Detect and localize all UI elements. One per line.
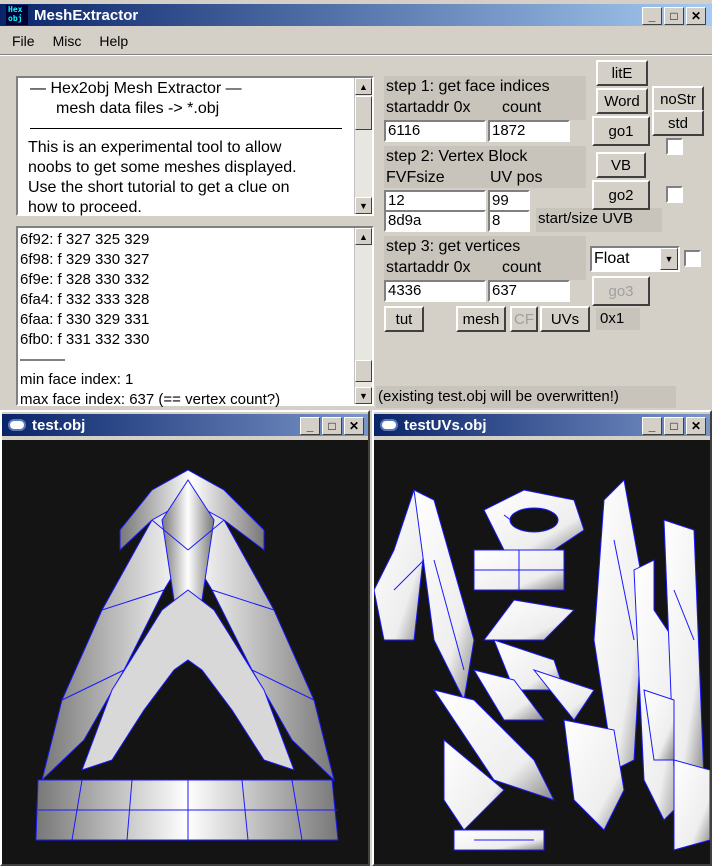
uvb-label: start/size UVB (538, 210, 634, 227)
test-obj-window: test.obj _ □ ✕ (0, 410, 370, 866)
maximize-button[interactable]: □ (664, 417, 684, 435)
main-titlebar[interactable]: Hex obj MeshExtractor _ □ ✕ (0, 4, 712, 26)
window-icon (8, 419, 26, 431)
mesh-button[interactable]: mesh (456, 306, 506, 332)
log-content: 6f92: f 327 325 329 6f98: f 329 330 327 … (20, 231, 281, 408)
step2-title: step 2: Vertex Block (386, 148, 528, 165)
warning-text: (existing test.obj will be overwritten!) (378, 388, 619, 405)
step3-addr-label: startaddr 0x (386, 259, 471, 276)
std-button[interactable]: std (652, 110, 704, 136)
hex-value: 0x1 (600, 310, 625, 327)
step3-count-input[interactable]: 637 (488, 280, 570, 302)
uvb-start-input[interactable]: 8d9a (384, 210, 486, 232)
float-checkbox[interactable] (684, 250, 701, 267)
close-button[interactable]: ✕ (344, 417, 364, 435)
scroll-up-icon[interactable]: ▲ (355, 78, 372, 95)
window-title: testUVs.obj (404, 416, 487, 434)
step3-addr-input[interactable]: 4336 (384, 280, 486, 302)
log-scrollbar[interactable]: ▲ ▼ (354, 228, 372, 404)
step1-count-label: count (502, 99, 542, 116)
minimize-button[interactable]: _ (300, 417, 320, 435)
test-uvs-window: testUVs.obj _ □ ✕ (372, 410, 712, 866)
menu-bar: File Misc Help (0, 30, 712, 52)
step2-uv-label: UV pos (490, 169, 543, 186)
tut-button[interactable]: tut (384, 306, 424, 332)
go3-button[interactable]: go3 (592, 276, 650, 306)
info-title: — Hex2obj Mesh Extractor — (30, 80, 242, 97)
nostr-button[interactable]: noStr (652, 86, 704, 112)
test-obj-titlebar[interactable]: test.obj _ □ ✕ (2, 414, 368, 436)
window-title: test.obj (32, 416, 86, 434)
step1-title: step 1: get face indices (386, 78, 550, 95)
window-icon (380, 419, 398, 431)
step1-addr-label: startaddr 0x (386, 99, 471, 116)
uvs-button[interactable]: UVs (540, 306, 590, 332)
std-checkbox[interactable] (666, 138, 683, 155)
step1-addr-input[interactable]: 6116 (384, 120, 486, 142)
scroll-down-icon[interactable]: ▼ (355, 387, 372, 404)
test-uvs-titlebar[interactable]: testUVs.obj _ □ ✕ (374, 414, 710, 436)
close-button[interactable]: ✕ (686, 7, 706, 25)
menu-file[interactable]: File (12, 33, 35, 49)
vb-button[interactable]: VB (596, 152, 646, 178)
uv-pos-input[interactable]: 99 (488, 190, 530, 212)
scroll-up-icon[interactable]: ▲ (355, 228, 372, 245)
info-description: This is an experimental tool to allow no… (28, 139, 297, 216)
word-button[interactable]: Word (596, 88, 648, 114)
minimize-button[interactable]: _ (642, 7, 662, 25)
go2-checkbox[interactable] (666, 186, 683, 203)
window-title: MeshExtractor (34, 6, 139, 24)
app-icon: Hex obj (6, 5, 28, 25)
go1-button[interactable]: go1 (592, 116, 650, 146)
scroll-thumb[interactable] (355, 96, 372, 130)
info-scrollbar[interactable]: ▲ ▼ (354, 78, 372, 214)
menu-misc[interactable]: Misc (53, 33, 82, 49)
step3-title: step 3: get vertices (386, 238, 521, 255)
log-panel: 6f92: f 327 325 329 6f98: f 329 330 327 … (16, 226, 374, 408)
step1-count-input[interactable]: 1872 (488, 120, 570, 142)
maximize-button[interactable]: □ (664, 7, 684, 25)
fvf-size-input[interactable]: 12 (384, 190, 486, 212)
chevron-down-icon[interactable]: ▼ (660, 248, 678, 270)
close-button[interactable]: ✕ (686, 417, 706, 435)
go2-button[interactable]: go2 (592, 180, 650, 210)
uv-viewport[interactable] (374, 440, 710, 864)
cf-button[interactable]: CF (510, 306, 538, 332)
step2-fvf-label: FVFsize (386, 169, 445, 186)
maximize-button[interactable]: □ (322, 417, 342, 435)
info-panel: — Hex2obj Mesh Extractor — mesh data fil… (16, 76, 374, 216)
minimize-button[interactable]: _ (642, 417, 662, 435)
mesh-viewport[interactable] (2, 440, 368, 864)
menu-help[interactable]: Help (99, 33, 128, 49)
info-subtitle: mesh data files -> *.obj (56, 100, 220, 117)
step3-count-label: count (502, 259, 542, 276)
scroll-down-icon[interactable]: ▼ (355, 197, 372, 214)
vertex-type-select[interactable]: Float ▼ (590, 246, 680, 272)
uvb-size-input[interactable]: 8 (488, 210, 530, 232)
scroll-thumb[interactable] (355, 360, 372, 382)
lite-button[interactable]: litE (596, 60, 648, 86)
